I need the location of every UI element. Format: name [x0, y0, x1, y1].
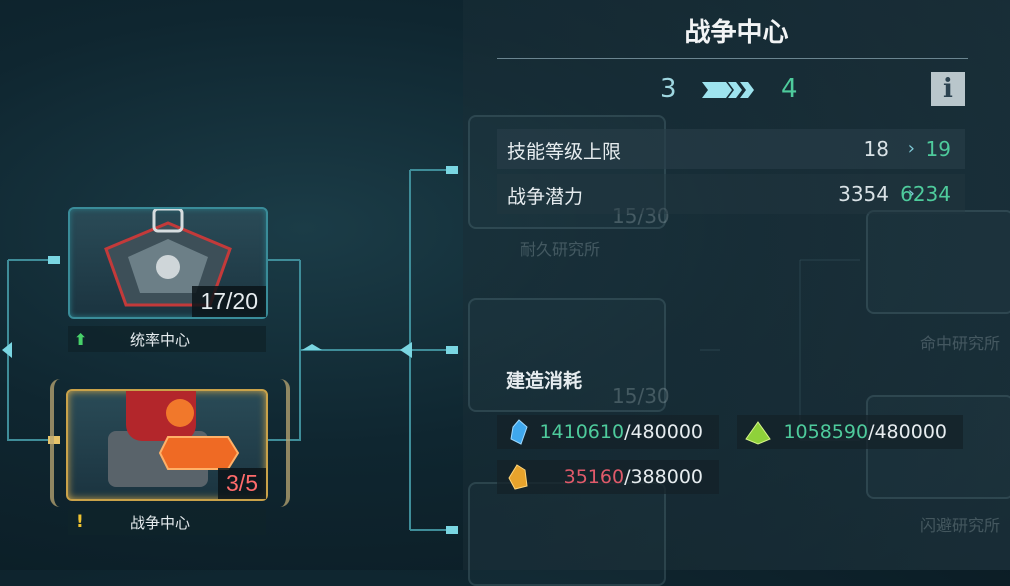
- resource-row: 35160/388000: [497, 460, 719, 494]
- bg-node-level: 15/30: [612, 384, 670, 408]
- yellow-exclamation-icon: !: [76, 512, 84, 532]
- level-to: 4: [781, 74, 798, 104]
- stat-to: 19: [925, 137, 951, 161]
- resource-have: 35160: [563, 466, 625, 488]
- panel-title: 战争中心: [684, 18, 789, 48]
- building-name-plate: ! 战争中心: [68, 509, 266, 535]
- building-name-plate: ⬆ 统率中心: [68, 326, 266, 352]
- stat-to: 6234: [900, 182, 951, 206]
- building-name-label: 战争中心: [130, 513, 191, 532]
- selection-bracket: [50, 379, 290, 507]
- level-arrow-icon: [702, 82, 754, 98]
- info-button[interactable]: i: [931, 72, 965, 106]
- level-from: 3: [660, 74, 677, 104]
- title-divider: [497, 58, 968, 59]
- bg-node-name: 耐久研究所: [520, 240, 601, 259]
- stat-from: 18: [863, 137, 889, 161]
- blue-crystal-icon: [510, 419, 528, 445]
- stat-label: 战争潜力: [507, 186, 584, 208]
- chevron-right-icon: ›: [907, 138, 915, 159]
- green-pyramid-icon: [745, 421, 771, 445]
- bg-node-name: 命中研究所: [920, 334, 1001, 353]
- stat-from: 3354: [838, 182, 889, 206]
- build-cost-title: 建造消耗: [506, 370, 583, 392]
- resource-have: 1410610: [539, 421, 625, 443]
- bg-node: [866, 210, 1010, 314]
- resource-need: /480000: [868, 421, 947, 443]
- stat-row-war-potential: 战争潜力 3354 › 6234: [497, 174, 965, 214]
- resource-need: /388000: [624, 466, 703, 488]
- stat-label: 技能等级上限: [507, 141, 622, 163]
- resource-have: 1058590: [783, 421, 869, 443]
- bg-node-name: 闪避研究所: [920, 516, 1001, 535]
- resource-need: /480000: [624, 421, 703, 443]
- building-level-badge: 17/20: [192, 286, 266, 317]
- gold-crystal-icon: [508, 464, 528, 490]
- resource-row: 1410610/480000: [497, 415, 719, 449]
- stat-row-skill-cap: 技能等级上限 18 › 19: [497, 129, 965, 169]
- building-name-label: 统率中心: [130, 330, 191, 349]
- resource-row: 1058590/480000: [737, 415, 963, 449]
- building-card-command-center[interactable]: 17/20: [68, 207, 268, 319]
- bg-node: [468, 482, 666, 586]
- green-up-arrow-icon: ⬆: [74, 330, 88, 349]
